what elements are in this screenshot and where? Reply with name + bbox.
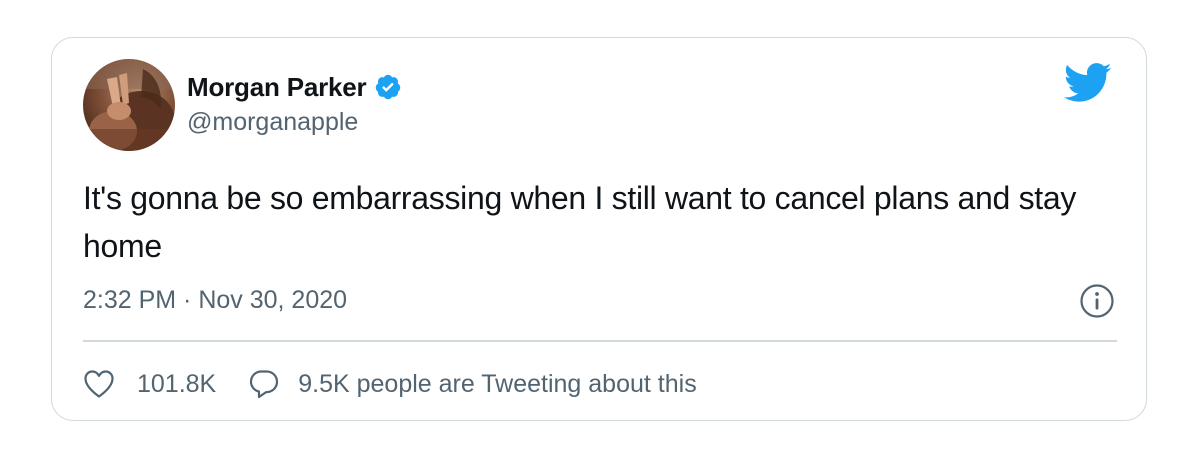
like-button[interactable]: 101.8K bbox=[83, 369, 216, 399]
avatar-photo bbox=[83, 59, 175, 151]
divider bbox=[83, 340, 1117, 342]
verified-badge-icon bbox=[374, 73, 402, 101]
action-bar: 101.8K 9.5K people are Tweeting about th… bbox=[83, 368, 697, 400]
author-handle[interactable]: @morganapple bbox=[187, 108, 402, 137]
author-name[interactable]: Morgan Parker bbox=[187, 72, 367, 103]
avatar[interactable] bbox=[83, 59, 175, 151]
tweet-card[interactable]: Morgan Parker @morganapple It's gonna be… bbox=[51, 37, 1147, 421]
info-icon[interactable] bbox=[1079, 283, 1115, 319]
conversation-link[interactable]: 9.5K people are Tweeting about this bbox=[248, 368, 697, 400]
author-block[interactable]: Morgan Parker @morganapple bbox=[187, 72, 402, 137]
tweet-timestamp[interactable]: 2:32 PM · Nov 30, 2020 bbox=[83, 286, 347, 315]
twitter-bird-icon[interactable] bbox=[1063, 62, 1112, 104]
conversation-label: 9.5K people are Tweeting about this bbox=[298, 369, 697, 398]
heart-icon bbox=[83, 369, 115, 399]
like-count: 101.8K bbox=[137, 369, 217, 398]
speech-bubble-icon bbox=[248, 368, 280, 400]
tweet-text: It's gonna be so embarrassing when I sti… bbox=[83, 180, 1077, 264]
